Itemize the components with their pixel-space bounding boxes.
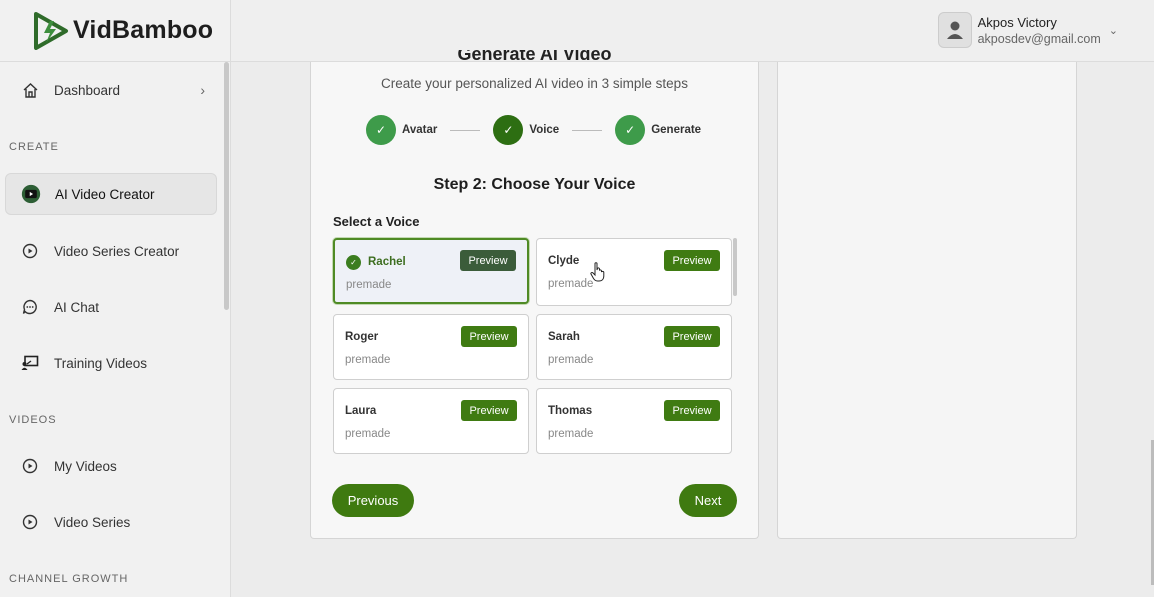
next-button[interactable]: Next [679,484,737,517]
generate-video-panel: Generate AI Video Create your personaliz… [310,50,759,539]
section-label-videos: VIDEOS [9,414,57,426]
section-label-channel-growth: CHANNEL GROWTH [9,573,129,585]
voice-name: Roger [345,331,379,343]
sidebar-item-training-videos[interactable]: Training Videos [5,342,217,384]
voice-list-scrollbar[interactable] [733,238,737,296]
sidebar-item-label: Dashboard [54,82,121,98]
previous-button[interactable]: Previous [332,484,414,517]
step-label-avatar: Avatar [402,124,438,136]
sidebar-scrollbar[interactable] [224,62,229,310]
chat-bubble-icon [20,297,40,317]
voice-card-sarah[interactable]: Sarah premade Preview [536,314,732,380]
voice-type: premade [345,354,391,366]
step-divider [450,129,481,131]
sidebar-item-video-series[interactable]: Video Series [5,501,217,543]
section-label-create: CREATE [9,141,59,153]
sidebar-item-label: Training Videos [54,355,148,371]
voice-name: Clyde [548,255,580,267]
app-name: VidBamboo [73,16,214,44]
voice-type: premade [345,428,391,440]
play-circle-icon [20,241,40,261]
preview-button[interactable]: Preview [461,326,517,347]
sidebar-item-ai-chat[interactable]: AI Chat [5,286,217,328]
vidbamboo-logo-icon [34,11,68,50]
voice-name: Rachel [368,256,406,268]
preview-button[interactable]: Preview [664,326,720,347]
preview-panel [777,62,1077,539]
voice-card-rachel[interactable]: ✓ Rachel premade Preview [333,238,529,304]
page-title-text: Generate AI Video [457,50,612,64]
voice-name: Laura [345,405,377,417]
sidebar-item-dashboard[interactable]: Dashboard › [5,69,217,111]
step-title: Step 2: Choose Your Voice [433,176,636,193]
sidebar-item-label: Video Series Creator [54,243,180,259]
sidebar-item-ai-video-creator[interactable]: AI Video Creator [5,173,217,215]
sidebar-item-my-videos[interactable]: My Videos [5,445,217,487]
sidebar: VidBamboo Dashboard › CREATE AI Video Cr… [0,0,231,597]
voice-card-clyde[interactable]: Clyde premade Preview [536,238,732,306]
sidebar-item-label: AI Video Creator [55,186,155,202]
preview-button[interactable]: Preview [664,250,720,271]
chevron-down-icon[interactable]: ⌄ [1109,24,1118,37]
preview-button[interactable]: Preview [460,250,516,271]
user-name: Akpos Victory [977,14,1057,30]
logo[interactable]: VidBamboo [0,0,230,62]
preview-button[interactable]: Preview [664,400,720,421]
play-circle-icon [20,512,40,532]
step-generate-check-icon: ✓ [615,115,646,145]
presentation-icon [20,353,40,373]
voice-card-roger[interactable]: Roger premade Preview [333,314,529,380]
sidebar-item-label: Video Series [54,514,131,530]
voice-type: premade [548,354,594,366]
sidebar-item-video-series-creator[interactable]: Video Series Creator [5,230,217,272]
home-icon [20,80,40,100]
step-label-generate: Generate [651,124,702,136]
sidebar-item-label: AI Chat [54,299,100,315]
preview-button[interactable]: Preview [461,400,517,421]
stepper: ✓ Avatar ✓ Voice ✓ Generate [366,115,701,145]
voice-type: premade [346,279,392,291]
voice-card-laura[interactable]: Laura premade Preview [333,388,529,454]
step-divider [572,129,603,131]
page-title: Generate AI Video [311,50,758,66]
user-email: akposdev@gmail.com [977,31,1101,46]
chevron-right-icon: › [200,82,205,98]
step-label-voice: Voice [529,124,560,136]
play-circle-icon [20,456,40,476]
youtube-icon [21,184,41,204]
page-subtitle: Create your personalized AI video in 3 s… [381,76,688,91]
voice-type: premade [548,278,594,290]
select-voice-label: Select a Voice [333,214,420,229]
avatar [937,12,972,48]
step-avatar-check-icon: ✓ [366,115,396,145]
voice-name: Thomas [548,405,593,417]
voice-type: premade [548,428,594,440]
step-voice-check-icon: ✓ [493,115,524,145]
user-menu[interactable]: Akpos Victory akposdev@gmail.com ⌄ [937,12,1118,48]
sidebar-item-label: My Videos [54,458,117,474]
check-icon: ✓ [346,255,361,270]
voice-name: Sarah [548,331,580,343]
voice-card-thomas[interactable]: Thomas premade Preview [536,388,732,454]
hand-cursor-icon [590,262,605,282]
